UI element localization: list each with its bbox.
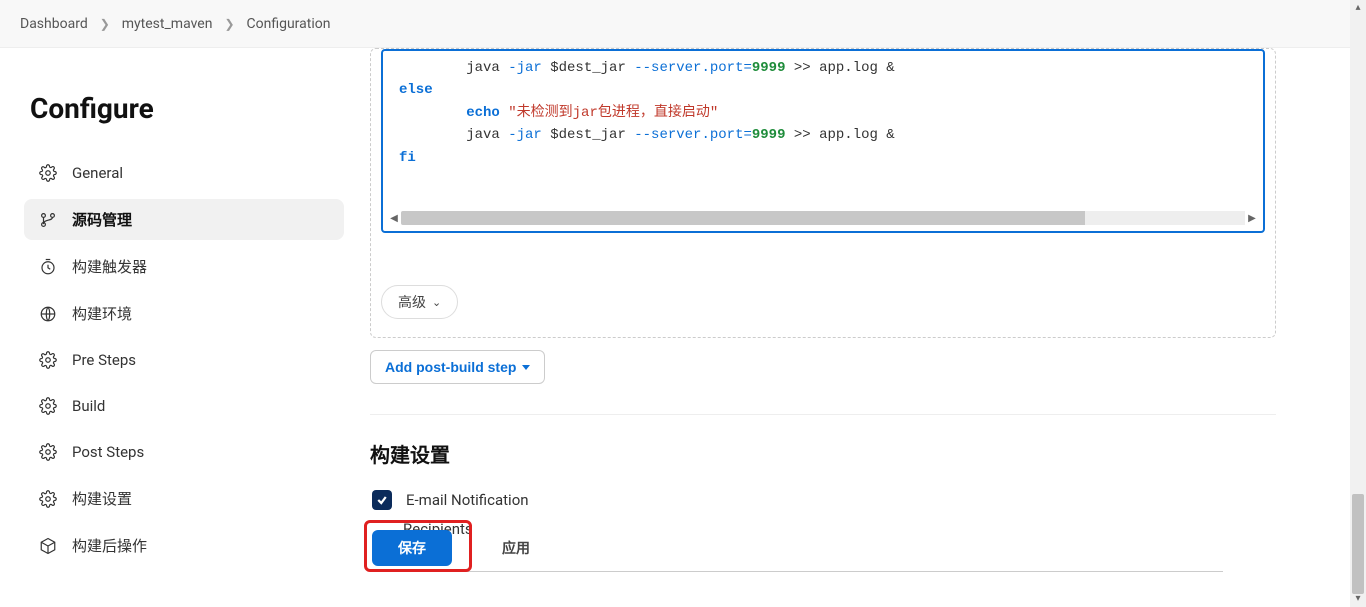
scroll-down-arrow-icon: ▾: [1350, 591, 1366, 607]
sidebar-item-2[interactable]: 构建触发器: [24, 246, 344, 287]
email-notification-label: E-mail Notification: [406, 491, 529, 509]
sidebar-item-1[interactable]: 源码管理: [24, 199, 344, 240]
sidebar-item-8[interactable]: 构建后操作: [24, 525, 344, 566]
sidebar-item-label: 构建设置: [72, 488, 132, 509]
sidebar-item-0[interactable]: General: [24, 153, 344, 193]
gear-icon: [38, 442, 58, 462]
branch-icon: [38, 210, 58, 230]
code-horizontal-scrollbar[interactable]: ◀ ▶: [387, 209, 1259, 227]
add-post-build-step-label: Add post-build step: [385, 359, 516, 375]
cube-icon: [38, 536, 58, 556]
breadcrumb-project[interactable]: mytest_maven: [122, 16, 213, 32]
chevron-right-icon: ❯: [100, 17, 110, 31]
breadcrumb-dashboard[interactable]: Dashboard: [20, 16, 88, 32]
scroll-up-arrow-icon: ▴: [1350, 0, 1366, 16]
page-vertical-scrollbar[interactable]: ▴ ▾: [1350, 0, 1366, 607]
sidebar-item-label: 构建后操作: [72, 535, 147, 556]
breadcrumb-configuration[interactable]: Configuration: [247, 16, 331, 32]
sidebar: Configure General 源码管理构建触发器构建环境 Pre Steps B…: [0, 48, 360, 572]
chevron-down-icon: ⌄: [432, 296, 441, 309]
sidebar-item-3[interactable]: 构建环境: [24, 293, 344, 334]
sidebar-item-5[interactable]: Build: [24, 386, 344, 426]
build-settings-heading: 构建设置: [370, 439, 1276, 468]
sidebar-item-label: 构建环境: [72, 303, 132, 324]
sidebar-item-7[interactable]: 构建设置: [24, 478, 344, 519]
divider: [370, 414, 1276, 415]
build-step-container: java -jar $dest_jar --server.port=9999 >…: [370, 48, 1276, 338]
sidebar-item-label: Post Steps: [72, 443, 144, 461]
apply-button[interactable]: 应用: [476, 530, 556, 566]
gear-icon: [38, 163, 58, 183]
page-title: Configure: [30, 92, 344, 125]
gear-icon: [38, 350, 58, 370]
chevron-right-icon: ❯: [224, 17, 234, 31]
sidebar-item-label: 源码管理: [72, 209, 132, 230]
main-content: java -jar $dest_jar --server.port=9999 >…: [360, 48, 1366, 572]
add-post-build-step-dropdown[interactable]: Add post-build step: [370, 350, 545, 384]
advanced-button[interactable]: 高级 ⌄: [381, 285, 458, 319]
sidebar-item-label: Build: [72, 397, 105, 415]
save-button[interactable]: 保存: [372, 530, 452, 566]
sidebar-item-6[interactable]: Post Steps: [24, 432, 344, 472]
globe-icon: [38, 304, 58, 324]
sidebar-item-label: 构建触发器: [72, 256, 147, 277]
sidebar-item-label: Pre Steps: [72, 351, 136, 369]
gear-icon: [38, 489, 58, 509]
sidebar-item-label: General: [72, 164, 123, 182]
breadcrumb: Dashboard ❯ mytest_maven ❯ Configuration: [0, 0, 1366, 48]
check-icon: [376, 494, 388, 506]
action-buttons: 保存 应用: [372, 530, 556, 566]
advanced-label: 高级: [398, 292, 426, 312]
email-notification-checkbox[interactable]: [372, 490, 392, 510]
gear-icon: [38, 396, 58, 416]
clock-icon: [38, 257, 58, 277]
shell-command-textarea[interactable]: java -jar $dest_jar --server.port=9999 >…: [381, 49, 1265, 233]
sidebar-item-4[interactable]: Pre Steps: [24, 340, 344, 380]
caret-down-icon: [522, 365, 530, 370]
